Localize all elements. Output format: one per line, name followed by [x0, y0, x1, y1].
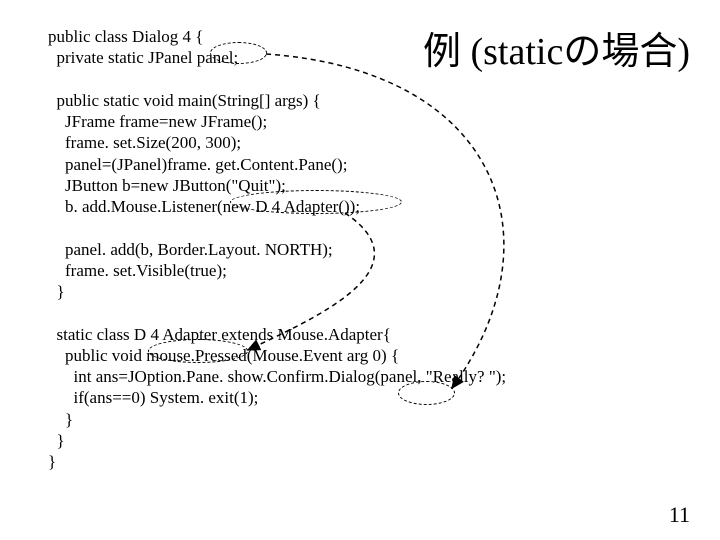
- oval-annotation: [148, 339, 248, 363]
- code-line: JButton b=new JButton("Quit");: [48, 176, 286, 195]
- page-number: 11: [669, 502, 690, 528]
- oval-annotation: [230, 190, 402, 214]
- code-line: }: [48, 431, 65, 450]
- code-block: public class Dialog 4 { private static J…: [48, 26, 506, 472]
- code-line: panel=(JPanel)frame. get.Content.Pane();: [48, 155, 347, 174]
- oval-annotation: [398, 381, 455, 405]
- code-line: frame. set.Visible(true);: [48, 261, 227, 280]
- code-line: }: [48, 282, 65, 301]
- code-line: public static void main(String[] args) {: [48, 91, 321, 110]
- code-line: if(ans==0) System. exit(1);: [48, 388, 258, 407]
- code-line: }: [48, 452, 56, 471]
- code-line: public class Dialog 4 {: [48, 27, 203, 46]
- code-line: JFrame frame=new JFrame();: [48, 112, 267, 131]
- code-line: frame. set.Size(200, 300);: [48, 133, 241, 152]
- code-line: panel. add(b, Border.Layout. NORTH);: [48, 240, 333, 259]
- code-line: }: [48, 410, 73, 429]
- oval-annotation: [210, 42, 267, 64]
